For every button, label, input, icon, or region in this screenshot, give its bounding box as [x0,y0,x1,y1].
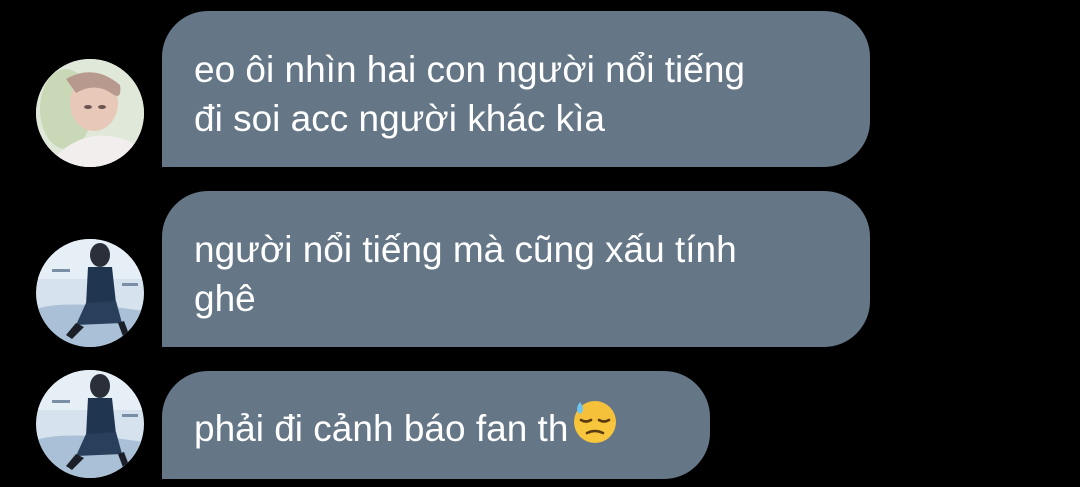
downcast-face-with-sweat-emoji-icon [572,398,618,456]
avatar[interactable] [36,239,144,347]
message-text-line: phải đi cảnh báo fan th [194,401,670,456]
message-bubble[interactable]: phải đi cảnh báo fan th [162,371,710,479]
message-bubble[interactable]: người nổi tiếng mà cũng xấu tính ghê [162,191,870,347]
avatar[interactable] [36,370,144,478]
message-text-line: ghê [194,278,256,319]
message-text-line: người nổi tiếng mà cũng xấu tính [194,229,737,270]
message-bubble[interactable]: eo ôi nhìn hai con người nổi tiếng đi so… [162,11,870,167]
message-text: phải đi cảnh báo fan th [194,408,569,449]
message-text-line: eo ôi nhìn hai con người nổi tiếng [194,49,745,90]
message-text-line: đi soi acc người khác kìa [194,98,605,139]
avatar-soft-portrait-icon [36,59,144,167]
avatar-stage-photo-icon [36,370,144,478]
avatar-stage-photo-icon [36,239,144,347]
avatar[interactable] [36,59,144,167]
